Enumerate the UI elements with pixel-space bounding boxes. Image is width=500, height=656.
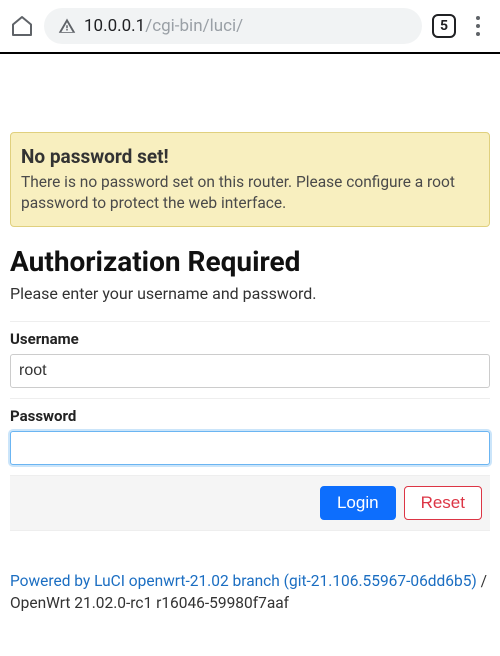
username-input[interactable]: [10, 354, 490, 388]
login-button[interactable]: Login: [320, 486, 396, 520]
url-path: /cgi-bin/luci/: [145, 16, 243, 36]
alert-title: No password set!: [21, 145, 479, 168]
password-input[interactable]: [10, 431, 490, 465]
footer-separator: /: [477, 572, 487, 590]
url-bar[interactable]: 10.0.0.1/cgi-bin/luci/: [44, 8, 422, 44]
username-group: Username: [10, 321, 490, 388]
openwrt-version: OpenWrt 21.02.0-rc1 r16046-59980f7aaf: [10, 594, 289, 612]
password-label: Password: [10, 407, 490, 425]
page-title: Authorization Required: [10, 245, 490, 278]
reset-button[interactable]: Reset: [404, 486, 482, 520]
luci-link[interactable]: Powered by LuCI openwrt-21.02 branch (gi…: [10, 572, 477, 590]
button-row: Login Reset: [10, 475, 490, 531]
page-subtitle: Please enter your username and password.: [10, 284, 490, 303]
browser-chrome: 10.0.0.1/cgi-bin/luci/ 5: [0, 0, 500, 52]
not-secure-icon: [58, 17, 76, 35]
no-password-alert: No password set! There is no password se…: [10, 132, 490, 227]
tab-count-value: 5: [440, 18, 448, 34]
url-host: 10.0.0.1: [84, 16, 145, 36]
username-label: Username: [10, 330, 490, 348]
footer: Powered by LuCI openwrt-21.02 branch (gi…: [10, 571, 490, 614]
home-icon[interactable]: [10, 14, 34, 38]
alert-body: There is no password set on this router.…: [21, 172, 479, 214]
password-group: Password: [10, 398, 490, 465]
page-content: No password set! There is no password se…: [0, 54, 500, 614]
tab-count-button[interactable]: 5: [432, 14, 456, 38]
overflow-menu-icon[interactable]: [466, 16, 490, 36]
